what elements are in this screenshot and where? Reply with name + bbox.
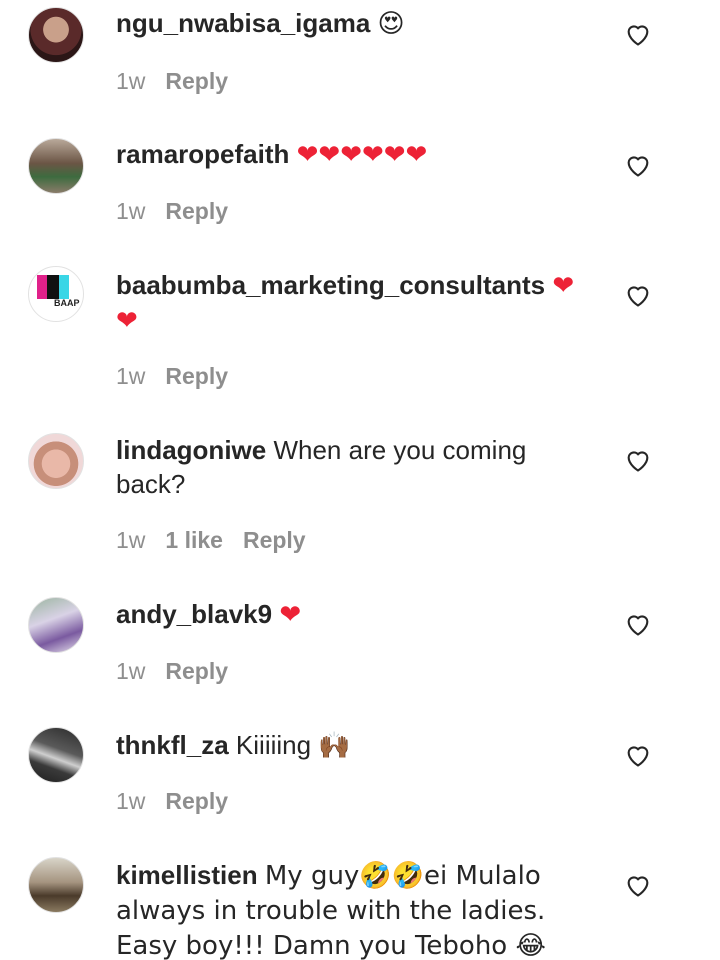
likes-count[interactable]: 1 like — [165, 527, 223, 553]
comment-text: thnkfl_za Kiiiiing 🙌🏾 — [116, 728, 586, 763]
comment-username[interactable]: kimellistien — [116, 860, 258, 890]
comment-text: ramaropefaith ❤❤❤❤❤❤ — [116, 137, 586, 172]
comment-body: Kiiiiing — [235, 730, 312, 760]
comment-username[interactable]: baabumba_marketing_consultants — [116, 270, 545, 300]
comment-time: 1w — [116, 363, 146, 389]
reply-button[interactable]: Reply — [165, 658, 228, 684]
reply-button[interactable]: Reply — [165, 68, 228, 94]
comment-meta: 1w Reply — [116, 658, 248, 685]
comment-meta: 1w Reply — [116, 68, 248, 95]
comment-emoji: ❤ — [279, 600, 302, 630]
comment-time: 1w — [116, 198, 146, 224]
comment-text: ngu_nwabisa_igama 😍 — [116, 6, 586, 41]
like-heart-icon[interactable] — [624, 447, 652, 473]
comment-username[interactable]: andy_blavk9 — [116, 599, 272, 629]
reply-button[interactable]: Reply — [165, 198, 228, 224]
comment-text: lindagoniwe When are you coming back? — [116, 433, 586, 501]
comment-time: 1w — [116, 68, 146, 94]
like-heart-icon[interactable] — [624, 21, 652, 47]
avatar[interactable] — [28, 7, 84, 63]
avatar[interactable] — [28, 857, 84, 913]
comment-meta: 1w Reply — [116, 363, 248, 390]
comment-meta: 1w Reply — [116, 198, 248, 225]
brand-logo-icon — [37, 275, 69, 299]
comment-emoji: ❤❤❤❤❤❤ — [296, 140, 428, 170]
comment-emoji: 🙌🏾 — [318, 731, 351, 761]
avatar[interactable] — [28, 727, 84, 783]
reply-button[interactable]: Reply — [243, 527, 306, 553]
like-heart-icon[interactable] — [624, 872, 652, 898]
like-heart-icon[interactable] — [624, 282, 652, 308]
comment-username[interactable]: ngu_nwabisa_igama — [116, 8, 370, 38]
comment-username[interactable]: ramaropefaith — [116, 139, 289, 169]
reply-button[interactable]: Reply — [165, 788, 228, 814]
comment-time: 1w — [116, 788, 146, 814]
like-heart-icon[interactable] — [624, 611, 652, 637]
comment-time: 1w — [116, 527, 146, 553]
avatar[interactable] — [28, 138, 84, 194]
comment-username[interactable]: lindagoniwe — [116, 435, 266, 465]
avatar[interactable] — [28, 433, 84, 489]
brand-logo-text: BAAP — [54, 298, 80, 308]
comment-text: baabumba_marketing_consultants ❤ ❤ — [116, 268, 586, 338]
comment-text: andy_blavk9 ❤ — [116, 597, 586, 632]
comment-time: 1w — [116, 658, 146, 684]
comment-meta: 1w Reply — [116, 788, 248, 815]
avatar[interactable] — [28, 597, 84, 653]
avatar[interactable]: BAAP — [28, 266, 84, 322]
reply-button[interactable]: Reply — [165, 363, 228, 389]
comment-emoji: 😍 — [377, 9, 405, 39]
comment-meta: 1w 1 like Reply — [116, 527, 326, 554]
like-heart-icon[interactable] — [624, 742, 652, 768]
like-heart-icon[interactable] — [624, 152, 652, 178]
comment-text: kimellistien My guy🤣🤣ei Mulalo always in… — [116, 858, 586, 960]
comment-username[interactable]: thnkfl_za — [116, 730, 229, 760]
